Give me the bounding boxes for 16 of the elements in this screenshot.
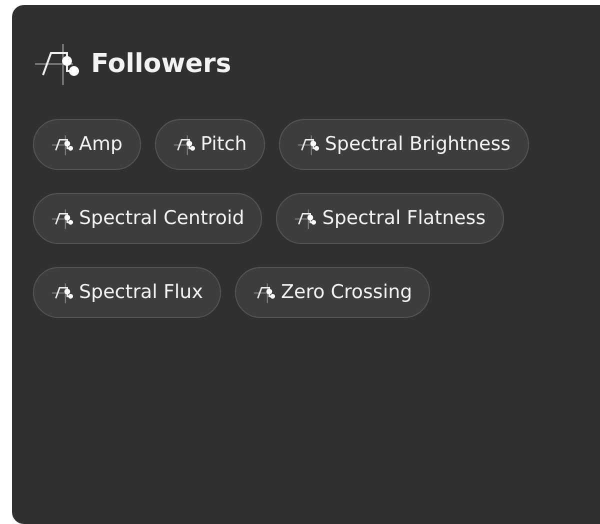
follower-chip[interactable]: Zero Crossing [234, 267, 430, 318]
follower-curve-icon [51, 134, 73, 156]
follower-curve-icon [51, 208, 73, 230]
follower-chip[interactable]: Spectral Brightness [278, 119, 529, 170]
follower-chip[interactable]: Spectral Flux [33, 267, 221, 318]
follower-curve-icon [33, 41, 79, 87]
follower-chip[interactable]: Spectral Centroid [33, 193, 262, 244]
follower-curve-icon [51, 282, 73, 304]
follower-chip[interactable]: Pitch [154, 119, 265, 170]
follower-curve-icon [172, 134, 195, 156]
follower-curve-icon [294, 208, 316, 230]
panel-title: Followers [91, 48, 232, 80]
follower-curve-icon [296, 134, 319, 156]
follower-chip[interactable]: Spectral Flatness [276, 193, 504, 244]
follower-curve-icon [252, 282, 275, 304]
follower-chip[interactable]: Amp [33, 119, 141, 170]
